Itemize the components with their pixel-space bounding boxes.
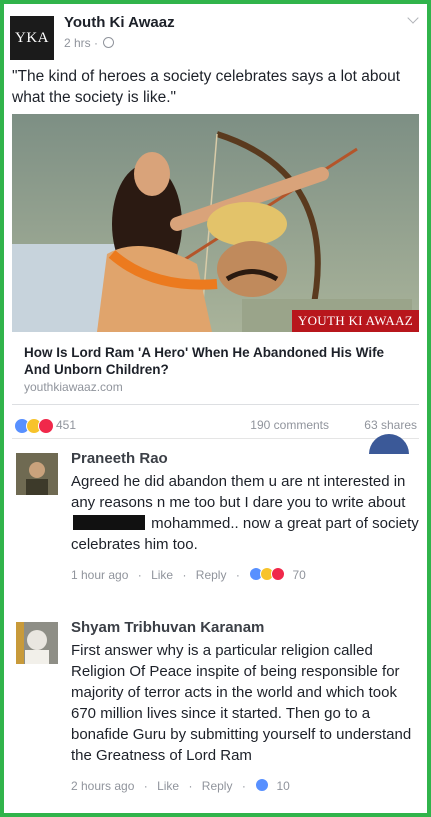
post-card: YKA Youth Ki Awaaz 2 hrs · "The kind of …	[4, 4, 427, 813]
separator-dot: ·	[235, 567, 240, 582]
link-image[interactable]: YOUTH KI AWAAZ	[12, 114, 419, 332]
comments-count[interactable]: 190 comments	[250, 418, 329, 432]
post-meta: 2 hrs ·	[64, 36, 115, 50]
comment-text: First answer why is a particular religio…	[71, 642, 412, 764]
like-link[interactable]: Like	[151, 566, 173, 584]
reaction-count[interactable]: 451	[56, 418, 76, 432]
comment-body: Praneeth Rao Agreed he did abandon them …	[71, 449, 421, 583]
love-reaction-icon	[38, 418, 54, 434]
comment-time[interactable]: 2 hours ago	[71, 777, 134, 795]
page-avatar[interactable]: YKA	[10, 16, 54, 60]
separator-dot: ·	[143, 778, 148, 793]
reply-link[interactable]: Reply	[202, 777, 233, 795]
comment-text: Agreed he did abandon them u are nt inte…	[71, 471, 421, 555]
comment-author[interactable]: Praneeth Rao	[71, 449, 421, 469]
separator-dot: ·	[188, 778, 193, 793]
love-reaction-icon	[271, 566, 286, 581]
like-link[interactable]: Like	[157, 777, 179, 795]
commenter-avatar[interactable]	[16, 622, 58, 664]
link-title[interactable]: How Is Lord Ram 'A Hero' When He Abandon…	[24, 344, 404, 378]
ram-illustration	[12, 114, 419, 332]
shares-count[interactable]: 63 shares	[364, 418, 417, 432]
globe-icon	[103, 37, 115, 48]
comment-author[interactable]: Shyam Tribhuvan Karanam	[71, 618, 421, 638]
link-preview[interactable]: YOUTH KI AWAAZ How Is Lord Ram 'A Hero' …	[12, 114, 419, 405]
redaction-bar	[73, 515, 145, 530]
separator-dot: ·	[241, 778, 246, 793]
like-reaction-icon	[255, 777, 270, 792]
comment-actions: 2 hours ago · Like · Reply · 10	[71, 776, 421, 794]
reply-link[interactable]: Reply	[196, 566, 227, 584]
comment-actions: 1 hour ago · Like · Reply · 70	[71, 565, 421, 583]
post-text: "The kind of heroes a society celebrates…	[12, 68, 401, 106]
separator-dot: ·	[182, 567, 187, 582]
post-header: YKA Youth Ki Awaaz 2 hrs ·	[10, 12, 421, 60]
reactions-row: 451 190 comments 63 shares	[12, 414, 419, 439]
post-time[interactable]: 2 hrs ·	[64, 36, 98, 50]
comment-reaction-count[interactable]: 70	[293, 566, 306, 584]
commenter-avatar[interactable]	[16, 453, 58, 495]
avatar-photo	[16, 622, 58, 664]
separator-dot: ·	[137, 567, 142, 582]
avatar-photo	[16, 453, 58, 495]
page-name-link[interactable]: Youth Ki Awaaz	[64, 14, 175, 31]
link-domain: youthkiawaaz.com	[24, 380, 123, 394]
chevron-down-icon[interactable]	[407, 12, 419, 24]
brand-watermark: YOUTH KI AWAAZ	[291, 310, 419, 332]
comment-time[interactable]: 1 hour ago	[71, 566, 128, 584]
comment-text-before: Agreed he did abandon them u are nt inte…	[71, 473, 406, 511]
comment-body: Shyam Tribhuvan Karanam First answer why…	[71, 618, 421, 794]
comment-reaction-count[interactable]: 10	[277, 777, 290, 795]
comment-reactions[interactable]	[249, 566, 289, 583]
comment-reactions[interactable]	[255, 777, 273, 794]
